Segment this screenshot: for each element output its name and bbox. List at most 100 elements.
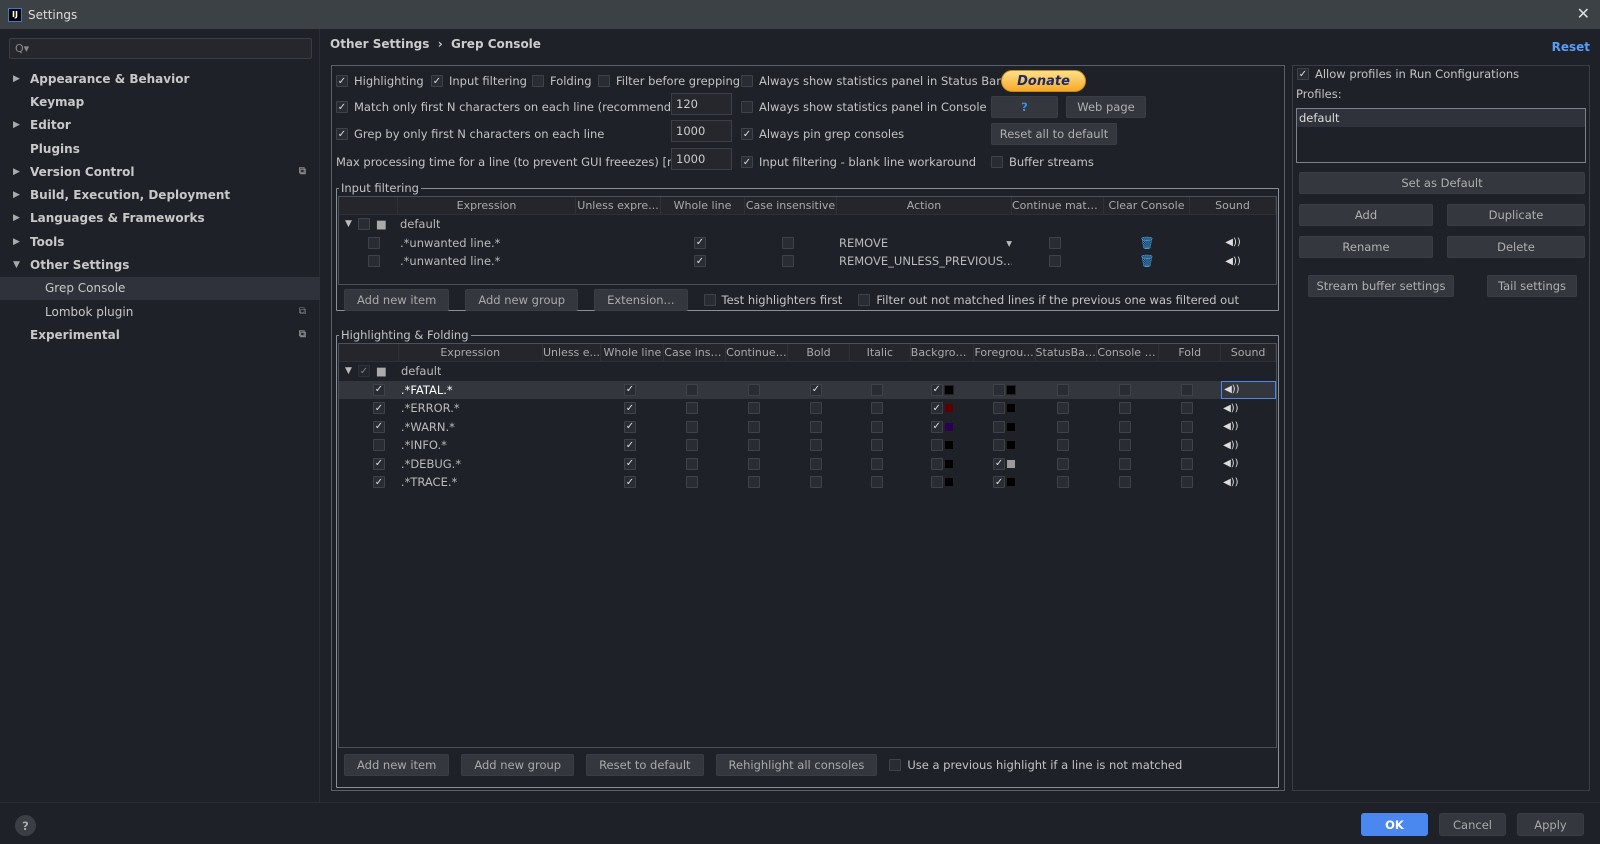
help-button[interactable]: ? (15, 815, 36, 836)
checkbox-icon[interactable] (748, 476, 761, 489)
column-header[interactable]: Bold (788, 344, 850, 361)
checkbox-icon[interactable]: ✓ (930, 420, 943, 433)
option-folding[interactable]: Folding (532, 74, 592, 88)
checkbox-icon[interactable] (1119, 420, 1132, 433)
checkbox-icon[interactable] (1119, 383, 1132, 396)
add-profile-button[interactable]: Add (1299, 204, 1433, 226)
sidebar-item[interactable]: ▼ Other Settings (0, 253, 320, 276)
foreground-color-swatch[interactable] (1006, 421, 1017, 432)
option-filter-before[interactable]: Filter before grepping (598, 74, 740, 88)
highlight-add-new-groupbutton[interactable]: Add new group (461, 754, 575, 776)
highlight-row[interactable]: ✓ .*ERROR.* ✓ ✓ ◀)) (339, 399, 1276, 418)
column-header[interactable]: Case insensitive (745, 197, 837, 214)
checkbox-icon[interactable]: ✓ (623, 402, 636, 415)
checkbox-icon[interactable]: ✓ (336, 101, 348, 113)
checkbox-icon[interactable] (1057, 420, 1070, 433)
trash-icon[interactable]: 🗑 (1139, 254, 1154, 268)
profile-item[interactable]: default (1297, 109, 1585, 127)
column-header[interactable]: Italic (850, 344, 911, 361)
expand-arrow-icon[interactable]: ▶ (0, 74, 30, 84)
expand-arrow-icon[interactable]: ▶ (0, 213, 30, 223)
foreground-color-swatch[interactable] (1006, 384, 1017, 395)
sidebar-item[interactable]: ▶ Build, Execution, Deployment (0, 183, 320, 206)
checkbox-icon[interactable] (532, 75, 544, 87)
checkbox-icon[interactable] (930, 439, 943, 452)
expand-arrow-icon[interactable]: ▶ (0, 167, 30, 177)
checkbox-icon[interactable]: ✓ (930, 402, 943, 415)
sidebar-item[interactable]: ▶ Editor (0, 114, 320, 137)
column-header[interactable] (339, 344, 399, 361)
background-color-swatch[interactable] (943, 440, 954, 451)
checkbox-icon[interactable]: ✓ (623, 457, 636, 470)
donate-button[interactable]: Donate (1001, 70, 1086, 92)
checkbox-icon[interactable]: ✓ (336, 75, 348, 87)
checkbox-icon[interactable] (809, 420, 822, 433)
column-header[interactable]: StatusBar... (1036, 344, 1098, 361)
sound-icon[interactable]: ◀)) (1223, 440, 1239, 451)
checkbox-icon[interactable]: ✓ (372, 383, 385, 396)
ok-button[interactable]: OK (1361, 813, 1428, 836)
apply-button[interactable]: Apply (1517, 813, 1584, 836)
filter-extension-button[interactable]: Extension... (594, 289, 688, 311)
checkbox-icon[interactable] (993, 420, 1006, 433)
checkbox-icon[interactable] (993, 439, 1006, 452)
option-buffer[interactable]: Buffer streams (991, 155, 1094, 169)
checkbox-icon[interactable] (871, 476, 884, 489)
option-grep-first[interactable]: ✓ Grep by only first N characters on each… (336, 127, 604, 141)
checkbox-icon[interactable] (809, 402, 822, 415)
column-header[interactable]: Fold (1159, 344, 1222, 361)
sidebar-item[interactable]: ▶ Appearance & Behavior (0, 67, 320, 90)
foreground-color-swatch[interactable] (1006, 458, 1017, 469)
grep-first-input[interactable]: 1000 (671, 120, 732, 142)
checkbox-icon[interactable] (871, 420, 884, 433)
rename-profile-button[interactable]: Rename (1299, 236, 1433, 258)
checkbox-icon[interactable] (686, 439, 699, 452)
column-header[interactable]: Whole line (661, 197, 745, 214)
checkbox-icon[interactable] (686, 383, 699, 396)
checkbox-icon[interactable] (748, 383, 761, 396)
checkbox-icon[interactable]: ✓ (372, 457, 385, 470)
expression-text[interactable]: .*WARN.* (401, 420, 455, 434)
max-time-input[interactable]: 1000 (671, 148, 732, 170)
checkbox-icon[interactable] (809, 476, 822, 489)
checkbox-icon[interactable]: ✓ (993, 457, 1006, 470)
checkbox-icon[interactable]: ✓ (930, 383, 943, 396)
highlight-add-new-itembutton[interactable]: Add new item (344, 754, 450, 776)
filter-row[interactable]: .*unwanted line.* ✓ REMOVE ▾ 🗑 ◀)) (339, 234, 1276, 253)
duplicate-profile-button[interactable]: Duplicate (1447, 204, 1585, 226)
close-icon[interactable]: ✕ (1577, 4, 1590, 23)
checkbox-icon[interactable] (889, 759, 902, 771)
checkbox-icon[interactable] (748, 457, 761, 470)
tail-settings-button[interactable]: Tail settings (1487, 275, 1577, 297)
column-header[interactable]: Continue ... (726, 344, 789, 361)
checkbox-icon[interactable]: ✓ (357, 365, 370, 378)
checkbox-icon[interactable]: ✓ (694, 255, 706, 268)
sound-icon[interactable]: ◀)) (1223, 403, 1239, 414)
checkbox-icon[interactable] (1119, 439, 1132, 452)
checkbox-icon[interactable] (858, 294, 871, 306)
checkbox-icon[interactable] (1057, 383, 1070, 396)
column-header[interactable]: Expression (399, 344, 543, 361)
foreground-color-swatch[interactable] (1006, 440, 1017, 451)
highlight-reset-to-defaultbutton[interactable]: Reset to default (586, 754, 704, 776)
checkbox-icon[interactable] (993, 402, 1006, 415)
highlight-row[interactable]: ✓ .*DEBUG.* ✓ ✓ ◀)) (339, 455, 1276, 474)
checkbox-icon[interactable] (741, 101, 753, 113)
background-color-swatch[interactable] (943, 477, 954, 488)
checkbox-icon[interactable] (686, 476, 699, 489)
checkbox-icon[interactable] (871, 402, 884, 415)
option-pin[interactable]: ✓ Always pin grep consoles (741, 127, 904, 141)
web-page-button[interactable]: Web page (1066, 96, 1146, 118)
filter-add-new-itembutton[interactable]: Add new item (344, 289, 450, 311)
column-header[interactable]: Case inse... (664, 344, 727, 361)
checkbox-icon[interactable] (1057, 457, 1070, 470)
highlight-row[interactable]: .*INFO.* ✓ ◀)) (339, 436, 1276, 455)
breadcrumb-parent[interactable]: Other Settings (330, 37, 429, 51)
sidebar-item[interactable]: ▶ Version Control ⧉ (0, 160, 320, 183)
checkbox-icon[interactable] (686, 457, 699, 470)
checkbox-icon[interactable]: ✓ (623, 439, 636, 452)
background-color-swatch[interactable] (943, 403, 954, 414)
sidebar-item[interactable]: Grep Console (0, 276, 320, 300)
sound-icon[interactable]: ◀)) (1224, 384, 1240, 395)
checkbox-icon[interactable] (1057, 402, 1070, 415)
